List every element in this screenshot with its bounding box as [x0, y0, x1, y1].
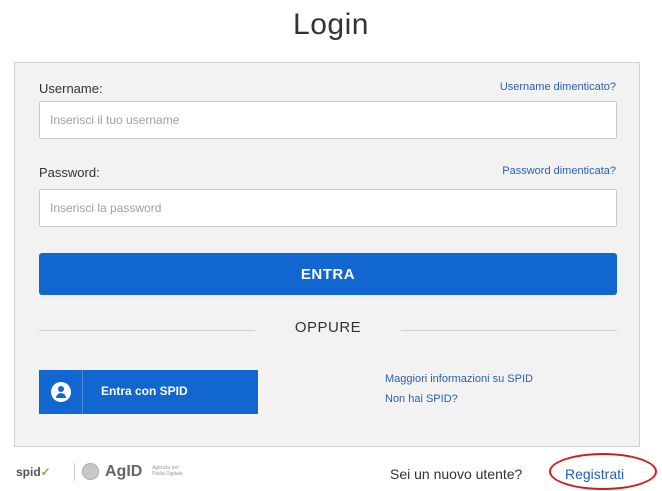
page-title: Login [293, 8, 369, 41]
highlight-circle [549, 453, 657, 490]
new-user-text: Sei un nuovo utente? [390, 466, 523, 482]
password-input[interactable] [39, 189, 617, 227]
username-input[interactable] [39, 101, 617, 139]
checkmark-icon: ✓ [40, 465, 51, 479]
spid-button-label: Entra con SPID [101, 384, 188, 398]
spid-login-button[interactable]: Entra con SPID [39, 370, 258, 414]
spid-signup-link[interactable]: Non hai SPID? [385, 393, 458, 405]
spid-more-info-link[interactable]: Maggiori informazioni su SPID [385, 373, 533, 385]
username-forgot-link[interactable]: Username dimenticato? [500, 81, 616, 93]
logo-separator [74, 463, 75, 481]
username-label: Username: [39, 81, 103, 96]
login-submit-button[interactable]: ENTRA [39, 253, 617, 295]
spid-icon-box [39, 370, 83, 414]
agid-logo: AgID [105, 463, 143, 480]
password-forgot-link[interactable]: Password dimenticata? [502, 165, 616, 177]
divider-label: OPPURE [294, 319, 362, 336]
agid-subtitle: Agenzia per l'Italia Digitale [152, 465, 183, 477]
emblem-icon [82, 463, 99, 480]
spid-logo-text: spid [16, 465, 41, 479]
divider-line-right [401, 330, 617, 331]
password-label: Password: [39, 165, 100, 180]
login-panel: Username: Username dimenticato? Password… [14, 62, 640, 447]
user-circle-icon [51, 382, 71, 402]
spid-logo: spid✓ [16, 465, 51, 479]
